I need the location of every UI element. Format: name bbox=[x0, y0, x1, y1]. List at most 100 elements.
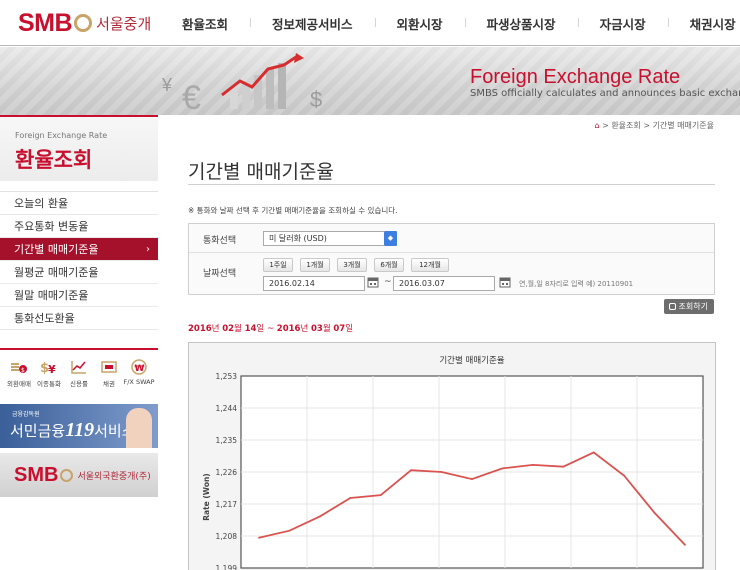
breadcrumb-item[interactable]: 환율조회 bbox=[611, 121, 640, 130]
finance-119-banner[interactable]: 금융감독원 서민금융119서비스 bbox=[0, 404, 158, 448]
nav-item[interactable]: 환율조회 bbox=[160, 14, 250, 33]
sidebar-heading: Foreign Exchange Rate 환율조회 bbox=[0, 115, 158, 181]
search-icon bbox=[668, 303, 676, 310]
data-point bbox=[410, 469, 413, 472]
start-date-field[interactable]: 2016.02.14 bbox=[263, 276, 365, 291]
site-header: SMB 서울중개 환율조회 정보제공서비스 외환시장 파생상품시장 자금시장 채… bbox=[0, 0, 740, 46]
sidebar-item-monthly-avg-rate[interactable]: 월평균 매매기준율 bbox=[0, 261, 158, 284]
period-caption: 2016년 02월 14일 ~ 2016년 03월 07일 bbox=[188, 324, 354, 334]
nav-item[interactable]: 정보제공서비스 bbox=[250, 14, 375, 33]
svg-text:₩: ₩ bbox=[135, 364, 145, 374]
bond-icon bbox=[100, 358, 118, 376]
data-point bbox=[501, 467, 504, 470]
sidebar-item-period-base-rate[interactable]: 기간별 매매기준율 › bbox=[0, 238, 158, 261]
calendar-icon[interactable] bbox=[499, 276, 511, 288]
person-photo-icon bbox=[126, 408, 152, 448]
nav-item[interactable]: 외환시장 bbox=[374, 14, 465, 33]
date-range-separator: ~ bbox=[384, 277, 392, 287]
y-tick-label: 1,253 bbox=[216, 372, 238, 381]
currency-select[interactable]: 미 달러화 (USD) ◆ bbox=[263, 231, 397, 246]
svg-text:$: $ bbox=[21, 367, 25, 374]
svg-text:¥: ¥ bbox=[48, 363, 56, 376]
sidebar-menu: 오늘의 환율 주요통화 변동율 기간별 매매기준율 › 월평균 매매기준율 월말… bbox=[0, 191, 158, 330]
currency-select-value: 미 달러화 (USD) bbox=[269, 234, 327, 243]
smb-company-banner[interactable]: SMB 서울외국환중개(주) bbox=[0, 453, 158, 497]
svg-text:$: $ bbox=[310, 87, 322, 112]
data-point bbox=[440, 471, 443, 473]
logo-ring-icon bbox=[60, 468, 74, 482]
title-divider bbox=[188, 184, 715, 185]
data-point bbox=[349, 497, 352, 499]
data-point bbox=[379, 494, 382, 497]
quick-link-label: 외환매매 bbox=[7, 380, 31, 388]
sidebar-item-label: 기간별 매매기준율 bbox=[14, 243, 99, 256]
home-icon[interactable]: ⌂ bbox=[594, 121, 599, 130]
page-banner: ¥ € $ Foreign Exchange Rate SMBS officia… bbox=[0, 47, 740, 115]
chevron-right-icon: › bbox=[146, 244, 150, 255]
period-12month-button[interactable]: 12개월 bbox=[411, 258, 449, 272]
date-format-hint: 연,월,일 8자리로 입력 예) 20110901 bbox=[519, 280, 634, 288]
chart-title: 기간별 매매기준율 bbox=[439, 355, 504, 366]
data-point bbox=[471, 478, 473, 481]
sidebar-item-month-end-rate[interactable]: 월말 매매기준율 bbox=[0, 284, 158, 307]
quick-link-bond[interactable]: 채권 bbox=[94, 358, 124, 392]
quick-link-fx-swap[interactable]: ₩ F/X SWAP bbox=[124, 358, 155, 392]
search-form: 통화선택 미 달러화 (USD) ◆ 날짜선택 1주일 1개월 3개월 6개월 … bbox=[188, 223, 715, 295]
data-point bbox=[592, 451, 595, 454]
page-title: 기간별 매매기준율 bbox=[188, 161, 334, 183]
won-swap-icon: ₩ bbox=[130, 358, 148, 376]
banner-subtitle: SMBS officially calculates and announces… bbox=[470, 88, 740, 99]
logo-korean-text: 서울중개 bbox=[96, 14, 152, 33]
sidebar-item-today-rate[interactable]: 오늘의 환율 bbox=[0, 192, 158, 215]
quick-link-credit-rate[interactable]: 신용률 bbox=[64, 358, 94, 392]
data-point bbox=[684, 543, 686, 546]
nav-item[interactable]: 자금시장 bbox=[577, 14, 668, 33]
date-label: 날짜선택 bbox=[203, 269, 237, 279]
multi-currency-icon: $ ¥ bbox=[40, 358, 58, 376]
data-point bbox=[562, 465, 565, 468]
currency-label: 통화선택 bbox=[203, 236, 237, 246]
banner-119-text: 서민금융119서비스 bbox=[10, 419, 136, 441]
data-point bbox=[288, 529, 291, 532]
period-6month-button[interactable]: 6개월 bbox=[374, 258, 404, 272]
nav-item[interactable]: 채권시장 bbox=[667, 14, 740, 33]
rate-line-chart: 기간별 매매기준율 1,199 1,208 1,217 1,226 1,235 1,244 1… bbox=[202, 355, 704, 570]
period-1week-button[interactable]: 1주일 bbox=[263, 258, 293, 272]
quick-links: $ 외환매매 $ ¥ 이종통화 신용률 채권 ₩ F/X SWAP bbox=[0, 348, 158, 392]
nav-item[interactable]: 파생상품시장 bbox=[464, 14, 578, 33]
banner-smb-text: 서울외국환중개(주) bbox=[77, 471, 151, 482]
sidebar: Foreign Exchange Rate 환율조회 오늘의 환율 주요통화 변… bbox=[0, 115, 158, 570]
quick-link-label: 이종통화 bbox=[37, 380, 61, 388]
breadcrumb-item: 기간별 매매기준율 bbox=[652, 121, 714, 130]
data-point bbox=[258, 536, 260, 539]
search-button[interactable]: 조회하기 bbox=[663, 299, 714, 314]
sidebar-heading-en: Foreign Exchange Rate bbox=[15, 131, 108, 140]
calendar-icon[interactable] bbox=[367, 276, 379, 288]
currency-exchange-icon: $ bbox=[10, 358, 28, 376]
data-point bbox=[531, 463, 534, 466]
period-1month-button[interactable]: 1개월 bbox=[300, 258, 330, 272]
breadcrumb: ⌂ > 환율조회 > 기간별 매매기준율 bbox=[594, 121, 714, 130]
y-tick-label: 1,217 bbox=[216, 500, 238, 509]
data-point bbox=[623, 474, 626, 477]
notice-text: ※ 통화와 날짜 선택 후 기간별 매매기준율을 조회하실 수 있습니다. bbox=[188, 206, 398, 215]
banner-title: Foreign Exchange Rate bbox=[470, 66, 681, 88]
y-tick-label: 1,235 bbox=[216, 436, 238, 445]
end-date-field[interactable]: 2016.03.07 bbox=[393, 276, 495, 291]
sidebar-item-major-currency-change[interactable]: 주요통화 변동율 bbox=[0, 215, 158, 238]
quick-link-fx-trading[interactable]: $ 외환매매 bbox=[4, 358, 34, 392]
quick-link-label: 채권 bbox=[103, 380, 115, 388]
svg-text:€: € bbox=[182, 79, 201, 113]
data-point bbox=[318, 515, 321, 518]
main-nav: 환율조회 정보제공서비스 외환시장 파생상품시장 자금시장 채권시장 bbox=[160, 0, 740, 46]
line-chart-icon bbox=[70, 358, 88, 376]
y-tick-label: 1,226 bbox=[216, 468, 238, 477]
sidebar-item-forward-rate[interactable]: 통화선도환율 bbox=[0, 307, 158, 330]
y-tick-label: 1,208 bbox=[216, 532, 238, 541]
quick-link-cross-currency[interactable]: $ ¥ 이종통화 bbox=[34, 358, 64, 392]
data-point bbox=[653, 511, 656, 514]
banner-smb-logo: SMB bbox=[14, 463, 59, 486]
site-logo[interactable]: SMB 서울중개 bbox=[18, 8, 151, 38]
period-3month-button[interactable]: 3개월 bbox=[337, 258, 367, 272]
sidebar-heading-ko: 환율조회 bbox=[15, 148, 93, 172]
